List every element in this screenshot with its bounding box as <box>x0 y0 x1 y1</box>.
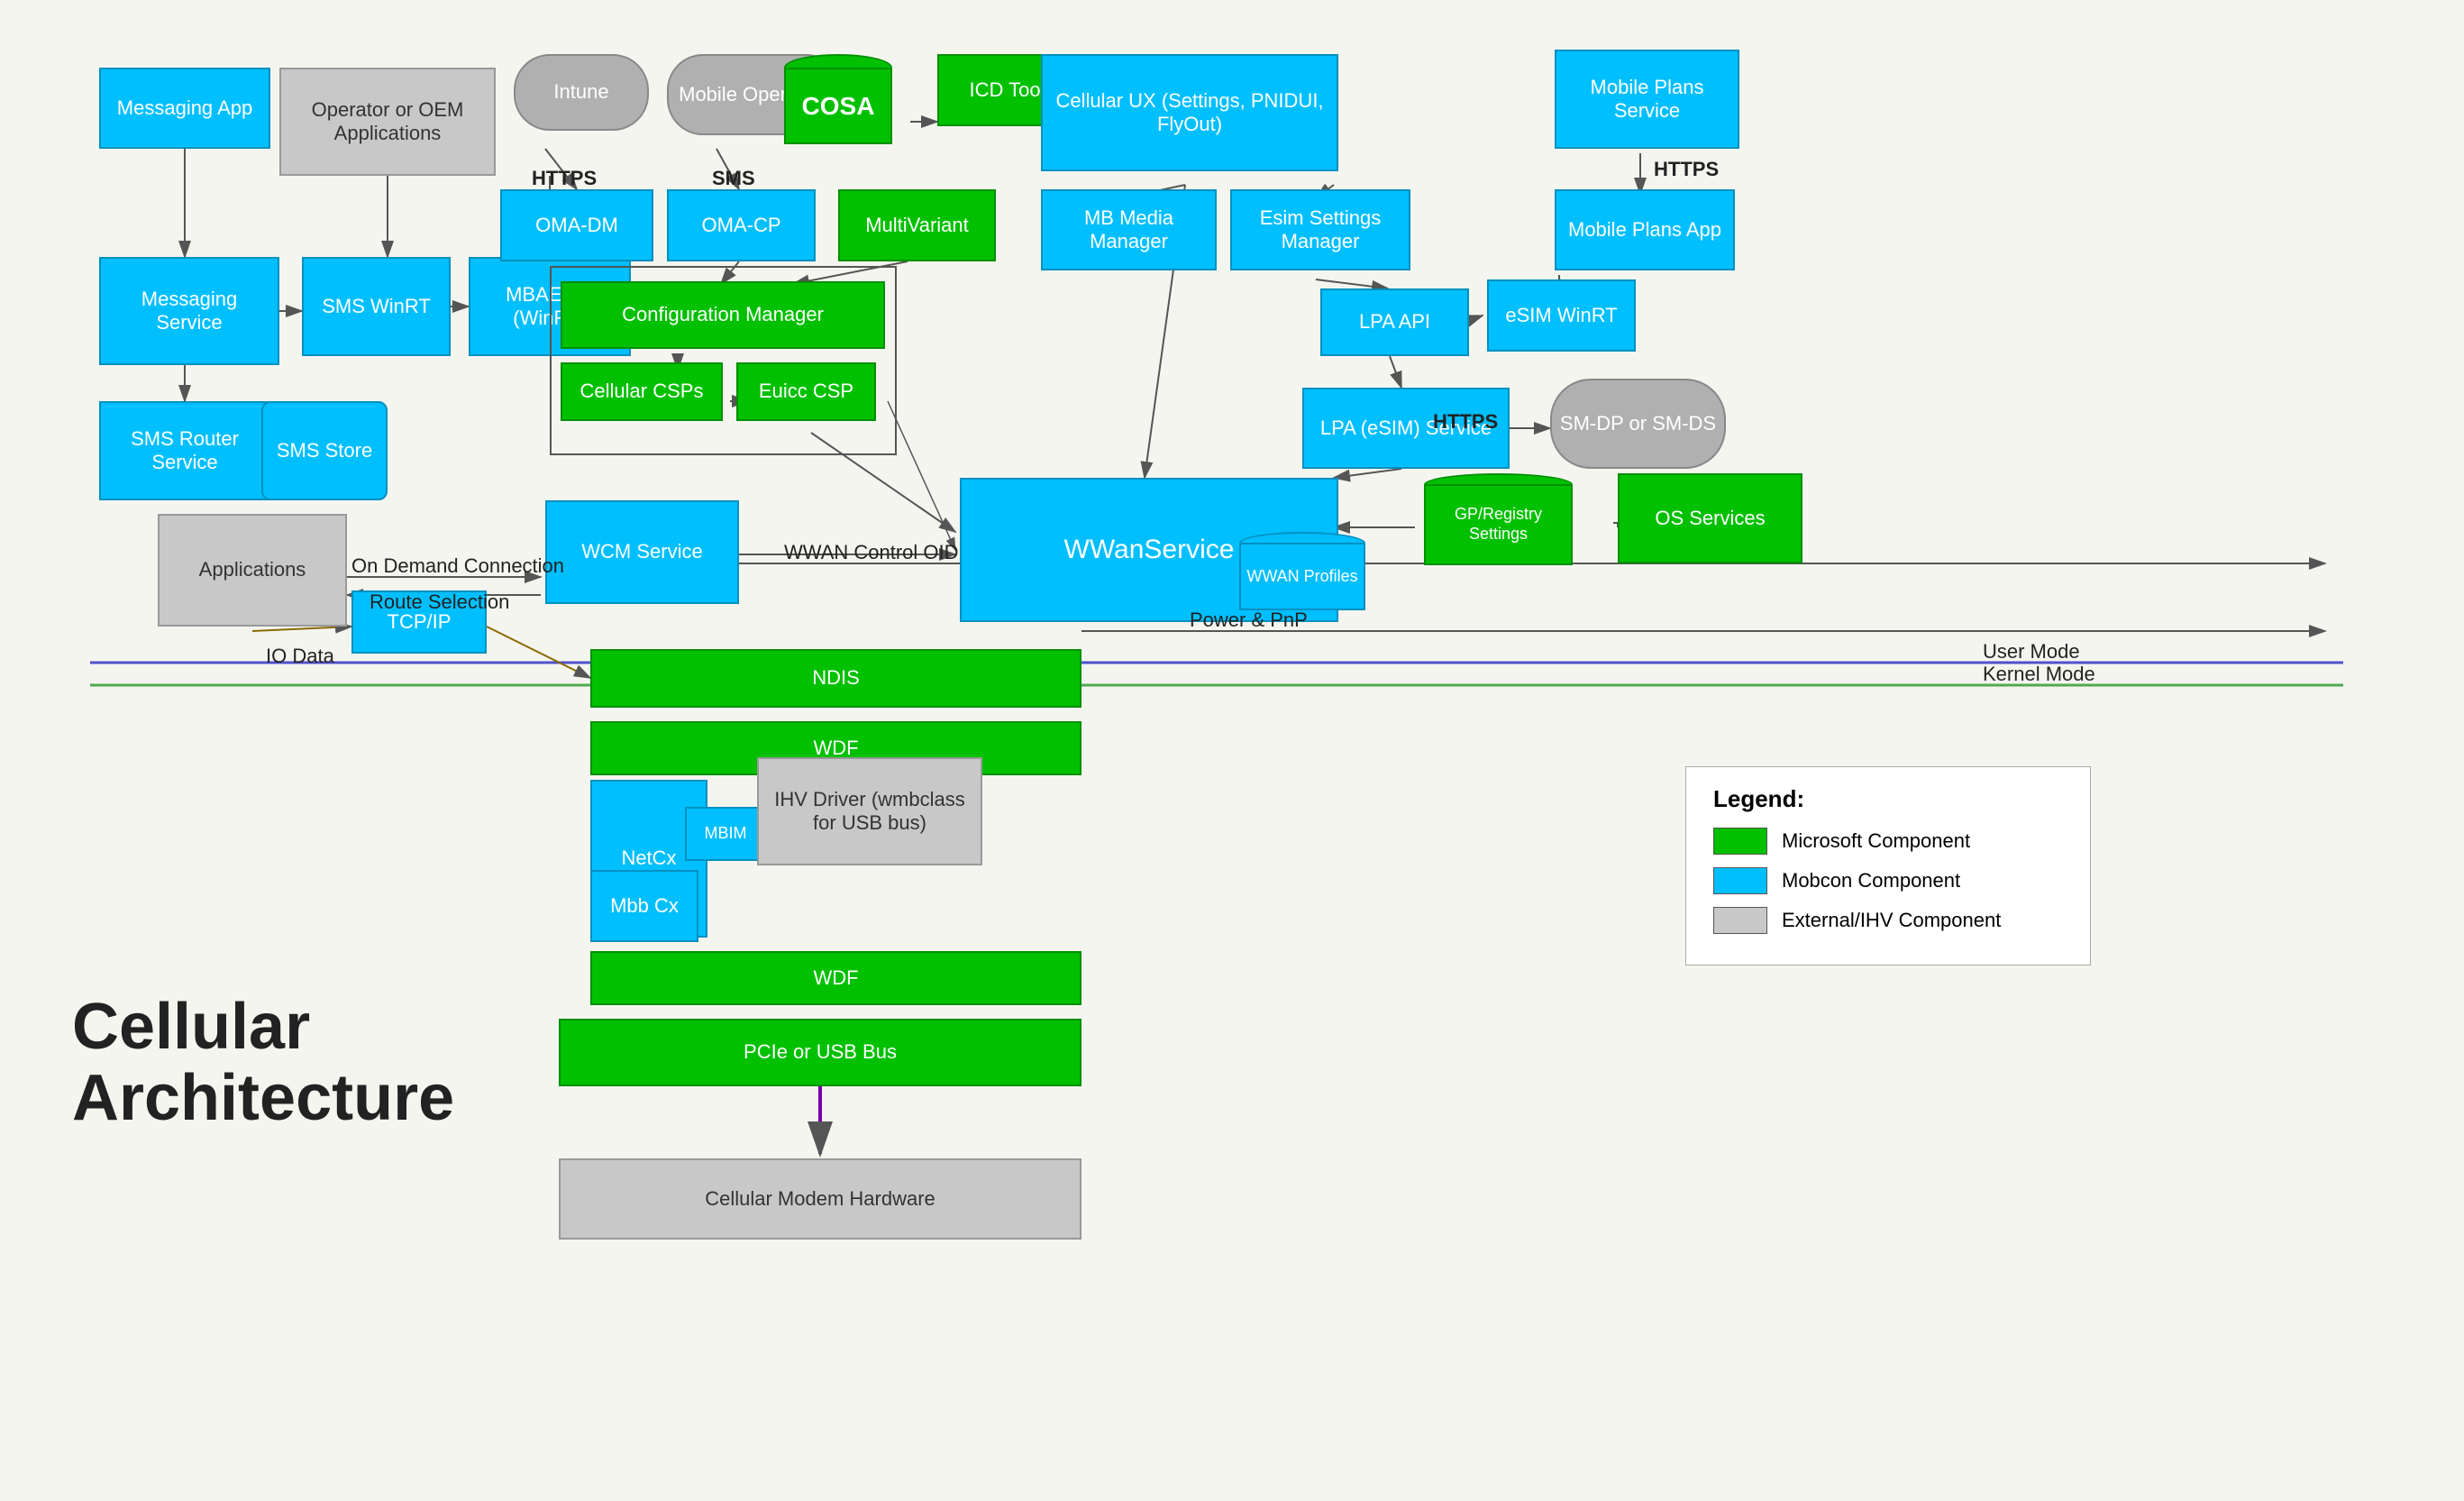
on-demand-label: On Demand Connection <box>351 554 564 578</box>
messaging-app-node: Messaging App <box>99 68 270 149</box>
route-selection-label: Route Selection <box>370 590 509 614</box>
legend-mobcon-color <box>1713 867 1767 894</box>
sms-router-node: SMS Router Service <box>99 401 270 500</box>
cellular-ux-node: Cellular UX (Settings, PNIDUI, FlyOut) <box>1041 54 1338 171</box>
os-services-node: OS Services <box>1618 473 1802 563</box>
legend-ms-color <box>1713 828 1767 855</box>
mobile-plans-app-node: Mobile Plans App <box>1555 189 1735 270</box>
ihv-driver-node: IHV Driver (wmbclass for USB bus) <box>757 757 982 865</box>
config-manager-container: Configuration Manager Cellular CSPs Euic… <box>550 266 897 455</box>
sms-winrt-node: SMS WinRT <box>302 257 451 356</box>
operator-oem-node: Operator or OEM Applications <box>279 68 496 176</box>
messaging-service-node: Messaging Service <box>99 257 279 365</box>
legend-ms-component: Microsoft Component <box>1713 828 2063 855</box>
legend-title: Legend: <box>1713 785 2063 813</box>
modem-hw-node: Cellular Modem Hardware <box>559 1158 1081 1240</box>
ndis-node: NDIS <box>590 649 1081 708</box>
mobile-plans-service-node: Mobile Plans Service <box>1555 50 1739 149</box>
legend-mobcon-component: Mobcon Component <box>1713 867 2063 894</box>
mbim-node: MBIM <box>685 807 766 861</box>
power-pnp-label: Power & PnP <box>1190 609 1308 632</box>
io-data-label: IO Data <box>266 645 334 668</box>
gp-registry-node: GP/Registry Settings <box>1419 473 1577 586</box>
cellular-csps-node: Cellular CSPs <box>561 362 723 421</box>
legend-box: Legend: Microsoft Component Mobcon Compo… <box>1685 766 2091 966</box>
esim-winrt-node: eSIM WinRT <box>1487 279 1636 352</box>
lpa-api-node: LPA API <box>1320 288 1469 356</box>
diagram-container: Messaging App Messaging Service SMS WinR… <box>0 0 2464 1501</box>
kernel-mode-label: Kernel Mode <box>1983 663 2095 686</box>
legend-ext-color <box>1713 907 1767 934</box>
esim-settings-node: Esim Settings Manager <box>1230 189 1410 270</box>
euicc-csp-node: Euicc CSP <box>736 362 876 421</box>
oma-dm-node: OMA-DM <box>500 189 653 261</box>
mb-media-manager-node: MB Media Manager <box>1041 189 1217 270</box>
https-label-2: HTTPS <box>1654 158 1719 181</box>
smdp-smds-node: SM-DP or SM-DS <box>1550 379 1726 469</box>
intune-node: Intune <box>514 54 649 131</box>
user-mode-label: User Mode <box>1983 640 2080 664</box>
mbb-cx-node: Mbb Cx <box>590 870 698 942</box>
legend-ext-ihv-component: External/IHV Component <box>1713 907 2063 934</box>
multivariant-node: MultiVariant <box>838 189 996 261</box>
https-label-1: HTTPS <box>532 167 597 190</box>
sms-label: SMS <box>712 167 755 190</box>
pcie-usb-node: PCIe or USB Bus <box>559 1019 1081 1086</box>
config-manager-node: Configuration Manager <box>561 281 885 349</box>
cosa-node: COSA <box>775 54 901 162</box>
sms-store-node: SMS Store <box>261 401 388 500</box>
oma-cp-node: OMA-CP <box>667 189 816 261</box>
https-label-3: HTTPS <box>1433 410 1498 434</box>
applications-node: Applications <box>158 514 347 627</box>
wcm-service-node: WCM Service <box>545 500 739 604</box>
wwan-control-label: WWAN Control OID <box>784 541 959 564</box>
wdf2-node: WDF <box>590 951 1081 1005</box>
page-title: CellularArchitecture <box>72 992 454 1134</box>
